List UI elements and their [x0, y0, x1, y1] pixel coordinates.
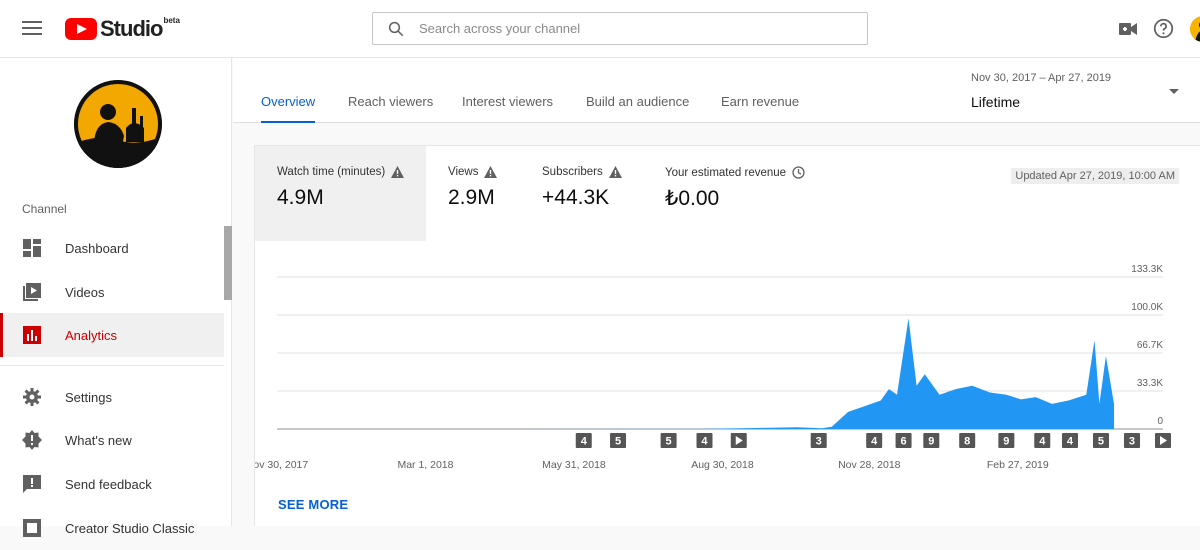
y-tick-label: 0: [1157, 416, 1163, 427]
y-tick-label: 33.3K: [1137, 378, 1163, 389]
metric-subscribers[interactable]: Subscribers +44.3K: [521, 146, 641, 241]
help-icon[interactable]: [1153, 18, 1174, 39]
x-tick-label: Mar 1, 2018: [397, 459, 453, 471]
metric-label: Watch time (minutes): [277, 166, 386, 178]
sidebar-item-label: Videos: [65, 284, 105, 300]
create-video-icon[interactable]: [1118, 20, 1138, 38]
sidebar-item-label: Dashboard: [65, 240, 129, 256]
warning-icon: [484, 166, 498, 178]
sidebar-item-settings[interactable]: Settings: [0, 375, 224, 419]
logo-beta-badge: beta: [163, 15, 180, 25]
sidebar-item-label: What's new: [65, 432, 132, 448]
warning-icon: [391, 166, 405, 178]
sidebar-section-label: Channel: [22, 202, 67, 216]
x-tick-label: May 31, 2018: [542, 459, 606, 471]
sidebar-item-analytics[interactable]: Analytics: [0, 313, 224, 357]
sidebar-divider: [0, 365, 224, 366]
video-marker-count: 3: [816, 436, 822, 448]
video-marker-count: 5: [666, 436, 672, 448]
sidebar-item-send-feedback[interactable]: Send feedback: [0, 462, 224, 506]
feedback-icon: [23, 475, 41, 493]
video-marker-count: 4: [581, 436, 588, 448]
metric-label: Your estimated revenue: [665, 166, 787, 179]
sidebar-item-label: Send feedback: [65, 476, 152, 492]
sidebar-item-label: Settings: [65, 389, 112, 405]
studio-logo[interactable]: Studio beta: [65, 16, 180, 42]
x-tick-label: Nov 30, 2017: [255, 459, 308, 471]
search-input[interactable]: [419, 21, 839, 36]
video-marker-count: 9: [928, 436, 934, 448]
y-tick-label: 133.3K: [1131, 264, 1163, 275]
metric-revenue[interactable]: Your estimated revenue ₺0.00: [644, 146, 814, 241]
main-content: Overview Reach viewers Interest viewers …: [233, 58, 1200, 526]
video-marker-count: 3: [1129, 436, 1135, 448]
tab-earn-revenue[interactable]: Earn revenue: [721, 94, 799, 123]
search-icon: [388, 21, 404, 36]
metric-watch-time[interactable]: Watch time (minutes) 4.9M: [255, 146, 426, 241]
overview-card: Watch time (minutes) 4.9M Views 2.9M Sub…: [254, 145, 1200, 526]
video-marker-count: 4: [871, 436, 878, 448]
logo-text: Studio: [100, 16, 163, 41]
watch-time-chart: 133.3K 100.0K 66.7K 33.3K 0 Nov 30, 2017 Mar 1…: [255, 264, 1171, 471]
metric-value: ₺0.00: [665, 187, 720, 210]
metric-label: Subscribers: [542, 166, 603, 178]
sidebar: Channel Dashboard Videos Analytics Setti…: [0, 58, 232, 537]
dashboard-icon: [23, 239, 41, 257]
x-tick-label: Nov 28, 2018: [838, 459, 901, 471]
y-tick-label: 100.0K: [1131, 302, 1163, 313]
video-marker-count: 8: [964, 436, 970, 448]
x-tick-label: Feb 27, 2019: [987, 459, 1049, 471]
tab-overview[interactable]: Overview: [261, 94, 316, 123]
clock-icon: [792, 166, 805, 179]
metric-value: +44.3K: [542, 186, 610, 209]
video-marker-count: 5: [1098, 436, 1104, 448]
sidebar-item-whats-new[interactable]: What's new: [0, 418, 224, 462]
channel-avatar[interactable]: [74, 80, 162, 168]
top-bar: Studio beta: [0, 0, 1200, 58]
tab-build-audience[interactable]: Build an audience: [586, 94, 689, 123]
warning-icon: [608, 166, 622, 178]
chevron-down-icon[interactable]: [1169, 89, 1179, 94]
classic-icon: [23, 519, 41, 537]
account-avatar[interactable]: [1190, 16, 1200, 42]
metric-value: 2.9M: [448, 186, 495, 209]
videos-icon: [23, 283, 41, 301]
metric-label: Views: [448, 166, 479, 178]
watch-time-area: [277, 318, 1114, 429]
video-marker-count: 4: [701, 436, 708, 448]
analytics-icon: [23, 326, 41, 344]
sidebar-item-label: Creator Studio Classic: [65, 520, 195, 536]
sidebar-item-creator-studio-classic[interactable]: Creator Studio Classic: [0, 506, 224, 550]
whats-new-icon: [22, 430, 42, 450]
video-marker-count: 4: [1039, 436, 1046, 448]
video-marker-count: 5: [615, 436, 621, 448]
analytics-tabs: Overview Reach viewers Interest viewers …: [233, 58, 1200, 123]
sidebar-item-dashboard[interactable]: Dashboard: [0, 226, 224, 270]
x-tick-label: Aug 30, 2018: [691, 459, 754, 471]
see-more-link[interactable]: SEE MORE: [278, 497, 348, 512]
sidebar-item-videos[interactable]: Videos: [0, 270, 224, 314]
date-range-text: Nov 30, 2017 – Apr 27, 2019: [971, 72, 1112, 84]
metric-value: 4.9M: [277, 186, 324, 209]
date-range-selector[interactable]: Lifetime: [971, 94, 1020, 110]
menu-icon[interactable]: [22, 21, 42, 37]
video-marker-count: 4: [1067, 436, 1074, 448]
updated-timestamp: Updated Apr 27, 2019, 10:00 AM: [1011, 168, 1179, 184]
tab-reach-viewers[interactable]: Reach viewers: [348, 94, 433, 123]
video-marker-count: 6: [901, 436, 907, 448]
sidebar-scrollbar[interactable]: [224, 226, 232, 300]
sidebar-item-label: Analytics: [65, 327, 118, 343]
metric-views[interactable]: Views 2.9M: [426, 146, 531, 241]
search-box: [372, 12, 868, 45]
settings-icon: [23, 388, 41, 406]
y-tick-label: 66.7K: [1137, 340, 1163, 351]
tab-interest-viewers[interactable]: Interest viewers: [462, 94, 553, 123]
video-marker-count: 9: [1003, 436, 1009, 448]
youtube-logo-icon: [65, 18, 97, 40]
